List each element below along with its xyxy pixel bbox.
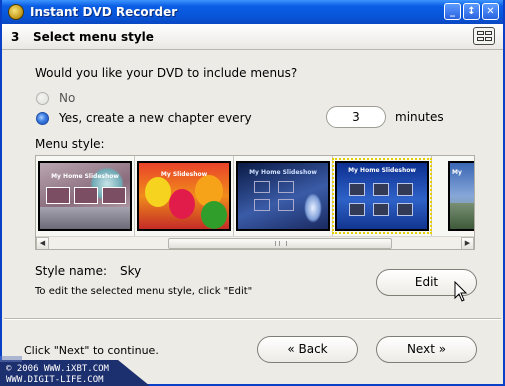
window-title: Instant DVD Recorder <box>30 5 178 19</box>
resize-button[interactable]: ↕ <box>463 3 480 20</box>
thumbnail-title: My <box>452 169 462 176</box>
style-name-label: Style name: <box>35 264 108 278</box>
menu-style-gallery: My Home Slideshow My Slideshow My Home S… <box>35 155 475 250</box>
thumbnail-image: My Slideshow <box>137 161 231 231</box>
scroll-left-arrow-icon[interactable]: ◀ <box>36 237 49 249</box>
minimize-button[interactable]: _ <box>444 3 461 20</box>
gallery-scrollbar[interactable]: ◀ ▶ <box>36 236 474 249</box>
thumbnail-title: My Home Slideshow <box>348 167 416 174</box>
watermark-line-2: WWW.DIGIT-LIFE.COM <box>6 375 104 385</box>
thumbnail-image: My Home Slideshow <box>38 161 132 231</box>
chapter-minutes-input[interactable]: 3 <box>326 106 386 128</box>
option-yes[interactable]: Yes, create a new chapter every <box>36 111 252 125</box>
radio-yes[interactable] <box>36 111 49 125</box>
scrollbar-thumb[interactable] <box>168 238 392 249</box>
footer-divider <box>4 318 501 320</box>
mouse-cursor-icon <box>454 281 468 302</box>
menu-style-label: Menu style: <box>35 137 105 151</box>
thumbnail-image: My <box>448 161 474 231</box>
window-controls: _ ↕ ✕ <box>444 3 499 20</box>
radio-no[interactable] <box>36 91 49 105</box>
layout-grid-icon[interactable] <box>473 27 495 45</box>
menu-style-thumbnail[interactable]: My Slideshow <box>135 156 234 236</box>
menu-style-thumbnail[interactable]: My Home Slideshow <box>234 156 333 236</box>
option-no-label: No <box>59 91 76 105</box>
dvd-app-icon <box>8 4 24 20</box>
thumbnail-strip: My Home Slideshow My Slideshow My Home S… <box>36 156 474 236</box>
close-button[interactable]: ✕ <box>482 3 499 20</box>
thumbnail-image: My Home Slideshow <box>236 161 330 231</box>
app-window: Instant DVD Recorder _ ↕ ✕ 3 Select menu… <box>0 0 505 386</box>
next-button[interactable]: Next » <box>376 336 477 363</box>
thumbnail-title: My Home Slideshow <box>51 173 119 180</box>
watermark-line-1: © 2006 WWW.iXBT.COM <box>6 364 109 374</box>
menu-style-thumbnail[interactable]: My <box>432 156 474 236</box>
style-name-value: Sky <box>120 264 142 278</box>
thumbnail-title: My Slideshow <box>160 171 208 178</box>
option-yes-label: Yes, create a new chapter every <box>59 111 252 125</box>
step-number: 3 <box>11 29 20 44</box>
title-bar[interactable]: Instant DVD Recorder _ ↕ ✕ <box>2 0 503 24</box>
watermark-text: © 2006 WWW.iXBT.COM WWW.DIGIT-LIFE.COM <box>6 364 109 386</box>
menu-style-thumbnail-selected[interactable]: My Home Slideshow <box>332 156 432 236</box>
thumbnail-image: My Home Slideshow <box>332 158 432 234</box>
step-title: Select menu style <box>33 29 154 44</box>
grip-icon <box>275 241 287 246</box>
edit-hint: To edit the selected menu style, click "… <box>35 286 253 297</box>
menu-style-thumbnail[interactable]: My Home Slideshow <box>36 156 135 236</box>
menus-question: Would you like your DVD to include menus… <box>35 66 298 80</box>
thumbnail-title: My Home Slideshow <box>249 169 317 176</box>
option-no[interactable]: No <box>36 91 75 105</box>
step-header: 3 Select menu style <box>2 24 503 50</box>
scroll-right-arrow-icon[interactable]: ▶ <box>461 237 474 249</box>
minutes-label: minutes <box>395 110 444 124</box>
back-button[interactable]: « Back <box>257 336 358 363</box>
